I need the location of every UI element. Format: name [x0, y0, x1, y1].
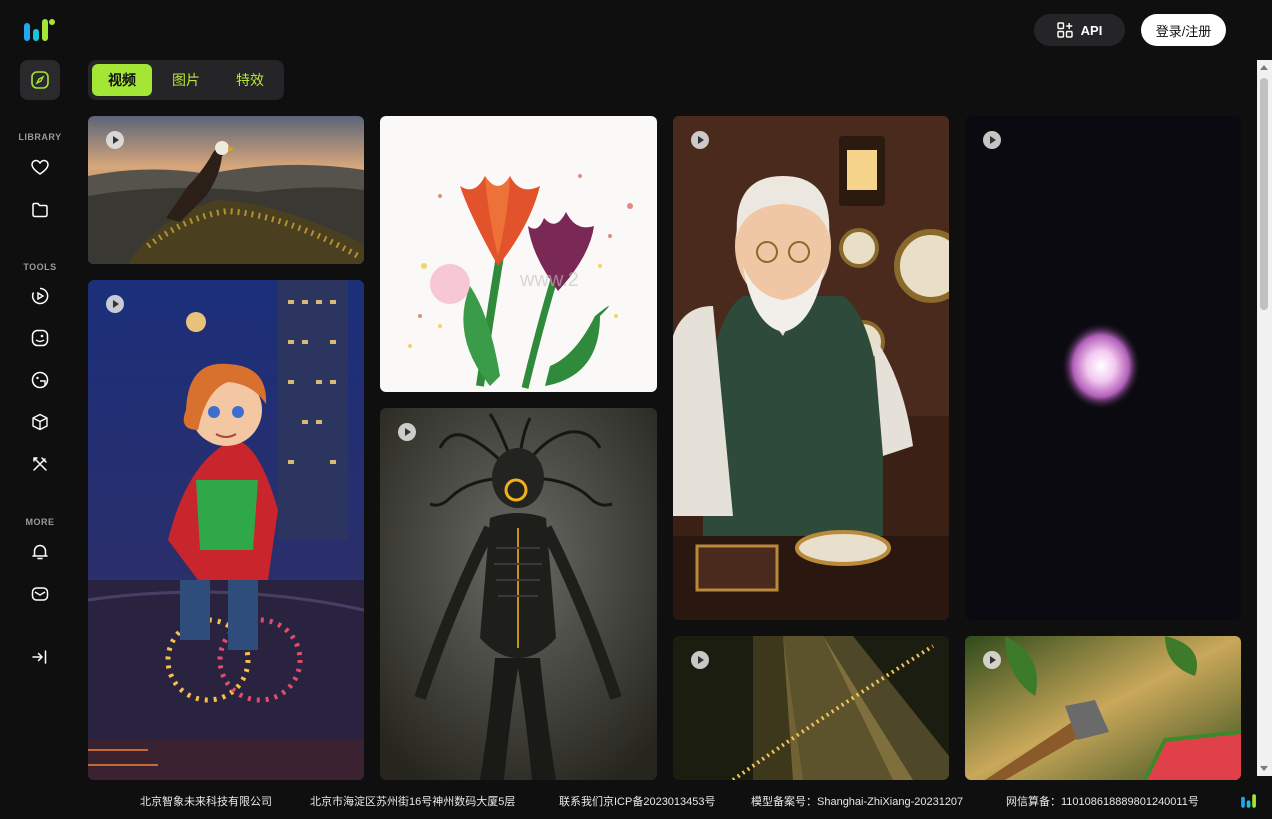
light-rays-thumbnail [673, 636, 949, 780]
sidebar-section-library: LIBRARY [18, 132, 62, 142]
girl-bike-thumbnail [88, 280, 364, 780]
clockmaker-thumbnail [673, 116, 949, 620]
play-icon [398, 423, 416, 441]
sidebar-item-face[interactable] [20, 318, 60, 358]
brand-logo[interactable] [24, 17, 56, 43]
play-icon [983, 651, 1001, 669]
gallery-card-axe-watermelon[interactable] [965, 636, 1241, 780]
tulips-thumbnail: www.2 [380, 116, 657, 392]
sidebar-item-explore[interactable] [20, 60, 60, 100]
gallery-card-clockmaker[interactable] [673, 116, 949, 620]
cube-icon [32, 413, 48, 431]
collapse-icon [32, 650, 47, 664]
face-edit-icon [31, 371, 49, 389]
sidebar-item-folders[interactable] [20, 190, 60, 230]
tab-video[interactable]: 视频 [92, 64, 152, 96]
folder-icon [32, 202, 48, 218]
play-icon [691, 131, 709, 149]
tab-effects[interactable]: 特效 [220, 64, 280, 96]
sidebar-item-video[interactable] [20, 276, 60, 316]
compass-icon [31, 71, 49, 89]
gallery-card-light-rays[interactable] [673, 636, 949, 780]
scrollbar-thumb[interactable] [1260, 78, 1268, 310]
sidebar-item-3d[interactable] [20, 402, 60, 442]
app-root: LIBRARY TOOLS MORE API 登录/注册 视频 图片 特效 ww… [0, 0, 1272, 819]
watermark-text: www.2 [519, 269, 579, 291]
login-register-button[interactable]: 登录/注册 [1141, 14, 1226, 46]
footer-logo [1241, 794, 1256, 808]
api-button[interactable]: API [1034, 14, 1125, 46]
play-icon [983, 131, 1001, 149]
video-play-icon [31, 287, 49, 305]
gallery-card-galaxy[interactable] [965, 116, 1241, 620]
api-button-label: API [1080, 22, 1103, 38]
scroll-down-arrow-icon[interactable] [1260, 766, 1268, 771]
play-icon [106, 131, 124, 149]
heart-icon [31, 159, 49, 175]
play-icon [691, 651, 709, 669]
mail-icon [31, 587, 49, 601]
eagle-thumbnail [88, 116, 364, 264]
sidebar-item-notifications[interactable] [20, 532, 60, 572]
gallery-card-creature[interactable] [380, 408, 657, 780]
scrollbar[interactable] [1257, 60, 1272, 776]
site-footer: 北京智象未来科技有限公司 北京市海淀区苏州街16号神州数码大厦5层 联系我们京I… [0, 780, 1272, 819]
sidebar-item-messages[interactable] [20, 574, 60, 614]
axe-watermelon-thumbnail [965, 636, 1241, 780]
gallery-card-tulips[interactable]: www.2 [380, 116, 657, 392]
sidebar-section-more: MORE [25, 517, 55, 527]
bell-icon [32, 544, 48, 560]
sidebar-item-favorites[interactable] [20, 148, 60, 188]
footer-address: 北京市海淀区苏州街16号神州数码大厦5层 [310, 796, 516, 808]
creature-thumbnail [380, 408, 657, 780]
grid-apps-icon [1056, 22, 1073, 38]
footer-company: 北京智象未来科技有限公司 [140, 796, 272, 808]
footer-icp-link[interactable]: 联系我们京ICP备2023013453号 [559, 793, 716, 809]
sidebar-item-face-edit[interactable] [20, 360, 60, 400]
play-icon [106, 295, 124, 313]
sidebar-section-tools: TOOLS [23, 262, 57, 272]
tools-icon [33, 457, 47, 471]
gallery-card-eagle[interactable] [88, 116, 364, 264]
face-icon [31, 329, 49, 347]
footer-model-record: 模型备案号：Shanghai-ZhiXiang-20231207 [751, 796, 964, 808]
sidebar-item-tools[interactable] [20, 444, 60, 484]
scroll-up-arrow-icon[interactable] [1260, 65, 1268, 70]
media-type-tabs: 视频 图片 特效 [88, 60, 284, 100]
tab-image[interactable]: 图片 [156, 64, 216, 96]
sidebar-collapse-button[interactable] [20, 637, 60, 677]
gallery-card-girl-bike[interactable] [88, 280, 364, 780]
sidebar: LIBRARY TOOLS MORE [0, 0, 80, 780]
footer-net-record: 网信算备：110108618889801240011号 [1006, 796, 1199, 808]
galaxy-thumbnail [965, 116, 1241, 620]
